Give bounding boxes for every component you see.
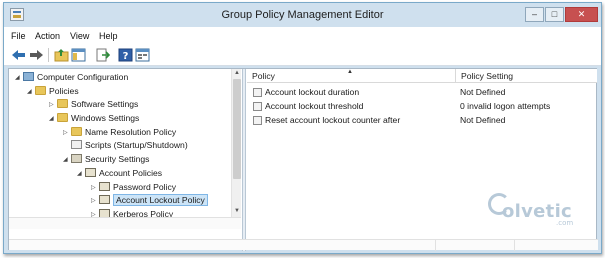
tree-item-security-settings[interactable]: ◢ Security Settings <box>63 153 149 166</box>
computer-icon <box>23 72 34 81</box>
policy-setting: 0 invalid logon attempts <box>460 101 551 111</box>
tree-item-label: Security Settings <box>85 154 150 164</box>
scroll-down-arrow-icon[interactable]: ▼ <box>234 208 240 214</box>
table-row[interactable]: Account lockout threshold 0 invalid logo… <box>247 100 597 114</box>
policy-folder-icon <box>99 182 110 191</box>
scrollbar-thumb[interactable] <box>233 79 241 179</box>
export-list-icon[interactable] <box>95 48 110 62</box>
policy-icon <box>253 102 262 111</box>
window-title: Group Policy Management Editor <box>221 9 384 21</box>
collapsed-arrow-icon[interactable]: ▷ <box>49 99 57 111</box>
folder-icon <box>57 99 68 108</box>
collapsed-arrow-icon[interactable]: ▷ <box>63 127 71 139</box>
sort-ascending-icon: ▲ <box>347 69 353 75</box>
policy-setting: Not Defined <box>460 87 506 97</box>
tree-item-label: Account Policies <box>99 168 163 178</box>
script-icon <box>71 140 82 149</box>
tree-item-windows-settings[interactable]: ◢ Windows Settings <box>49 112 139 125</box>
title-bar[interactable]: Group Policy Management Editor – □ ✕ <box>4 3 601 27</box>
table-row[interactable]: Reset account lockout counter after Not … <box>247 114 597 128</box>
minimize-button[interactable]: – <box>525 7 544 22</box>
status-divider <box>514 240 515 251</box>
forward-arrow-icon[interactable] <box>29 48 44 62</box>
tree-item-label: Account Lockout Policy <box>113 194 208 206</box>
editor-content: ◢ Computer Configuration ◢ Policies ▷ Softw… <box>8 68 598 251</box>
tree-item-label: Software Settings <box>71 99 139 109</box>
folder-icon <box>57 113 68 122</box>
tree-item-label: Policies <box>49 86 79 96</box>
help-icon[interactable]: ? <box>118 48 133 62</box>
toolbar-separator <box>48 48 49 62</box>
tree-item-scripts[interactable]: Scripts (Startup/Shutdown) <box>63 139 188 152</box>
column-divider[interactable] <box>455 69 456 83</box>
security-icon <box>71 154 82 163</box>
tree-item-label: Windows Settings <box>71 113 140 123</box>
menu-bar: File Action View Help <box>4 27 601 44</box>
policy-list: Policy ▲ Policy Setting Account lockout … <box>247 69 597 251</box>
pane-splitter[interactable] <box>242 69 246 251</box>
menu-help[interactable]: Help <box>99 31 118 41</box>
policy-icon <box>253 88 262 97</box>
policy-name: Account lockout threshold <box>265 101 364 111</box>
menu-view[interactable]: View <box>70 31 89 41</box>
properties-icon[interactable] <box>135 48 150 62</box>
folder-icon <box>71 127 82 136</box>
expanded-arrow-icon[interactable]: ◢ <box>27 86 35 98</box>
tree-item-label: Computer Configuration <box>37 72 129 82</box>
toolbar: ? <box>4 44 601 66</box>
status-divider <box>435 240 436 251</box>
tree-item-label: Kerberos Policy <box>113 209 174 217</box>
policy-folder-icon <box>99 195 110 204</box>
collapsed-arrow-icon[interactable]: ▷ <box>91 182 99 194</box>
back-arrow-icon[interactable] <box>11 48 26 62</box>
tree-item-label: Scripts (Startup/Shutdown) <box>85 140 188 150</box>
tree-item-computer-configuration[interactable]: ◢ Computer Configuration <box>15 71 128 84</box>
tree-item-label: Password Policy <box>113 182 177 192</box>
policy-icon <box>253 116 262 125</box>
tree-horizontal-scrollbar[interactable] <box>9 217 241 229</box>
table-row[interactable]: Account lockout duration Not Defined <box>247 86 597 100</box>
column-header-policy-setting[interactable]: Policy Setting <box>461 71 513 81</box>
expanded-arrow-icon[interactable]: ◢ <box>49 113 57 125</box>
expanded-arrow-icon[interactable]: ◢ <box>63 154 71 166</box>
tree-vertical-scrollbar[interactable]: ▲ ▼ <box>231 69 241 217</box>
tree-item-kerberos-policy[interactable]: ▷ Kerberos Policy <box>91 208 173 217</box>
collapsed-arrow-icon[interactable]: ▷ <box>91 209 99 217</box>
tree-item-account-lockout-policy[interactable]: ▷ Account Lockout Policy <box>91 194 208 207</box>
expanded-arrow-icon[interactable]: ◢ <box>77 168 85 180</box>
show-hide-tree-icon[interactable] <box>71 48 86 62</box>
menu-file[interactable]: File <box>11 31 26 41</box>
svg-text:?: ? <box>123 51 129 62</box>
column-header-policy[interactable]: Policy <box>252 71 275 81</box>
menu-action[interactable]: Action <box>35 31 60 41</box>
list-header: Policy ▲ Policy Setting <box>247 69 597 83</box>
tree-item-software-settings[interactable]: ▷ Software Settings <box>49 98 138 111</box>
close-button[interactable]: ✕ <box>565 7 598 22</box>
console-tree: ◢ Computer Configuration ◢ Policies ▷ Softw… <box>9 69 241 217</box>
tree-item-policies[interactable]: ◢ Policies <box>27 85 79 98</box>
policy-name: Account lockout duration <box>265 87 360 97</box>
maximize-button[interactable]: □ <box>545 7 564 22</box>
policy-setting: Not Defined <box>460 115 506 125</box>
status-bar <box>9 239 598 251</box>
up-folder-icon[interactable] <box>54 48 69 62</box>
folder-icon <box>35 86 46 95</box>
policy-folder-icon <box>85 168 96 177</box>
scroll-up-arrow-icon[interactable]: ▲ <box>234 70 240 76</box>
tree-item-account-policies[interactable]: ◢ Account Policies <box>77 167 162 180</box>
tree-item-password-policy[interactable]: ▷ Password Policy <box>91 181 176 194</box>
tree-item-label: Name Resolution Policy <box>85 127 177 137</box>
expanded-arrow-icon[interactable]: ◢ <box>15 72 23 84</box>
app-window: Group Policy Management Editor – □ ✕ Fil… <box>3 2 602 254</box>
collapsed-arrow-icon[interactable]: ▷ <box>91 195 99 207</box>
policy-folder-icon <box>99 209 110 217</box>
policy-name: Reset account lockout counter after <box>265 115 401 125</box>
tree-item-name-resolution-policy[interactable]: ▷ Name Resolution Policy <box>63 126 176 139</box>
